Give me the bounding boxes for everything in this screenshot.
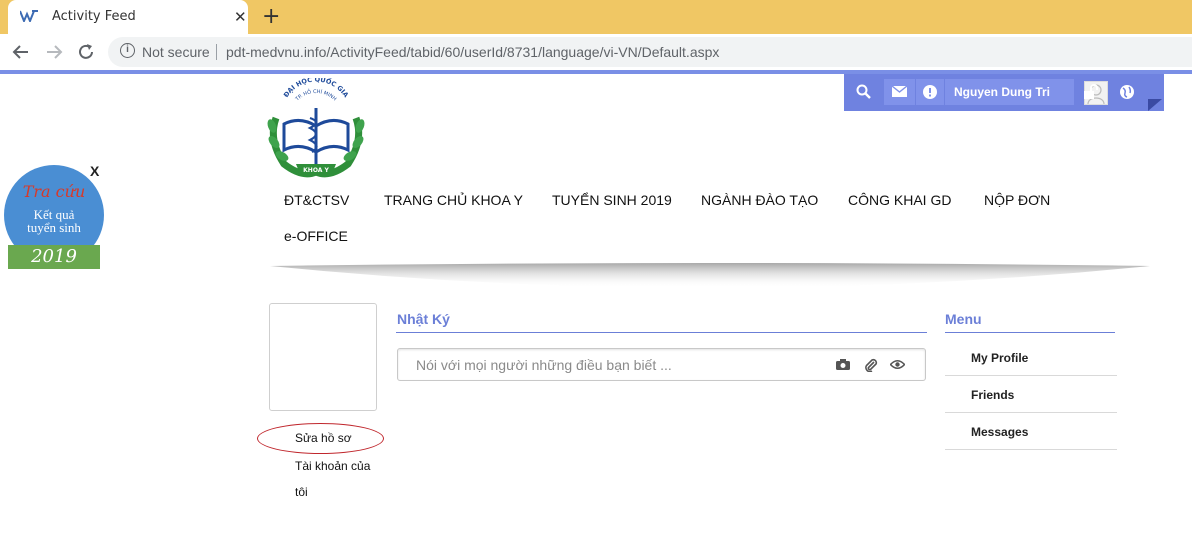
user-menu-divider <box>915 79 916 105</box>
logo-emblem: ĐẠI HỌC QUỐC GIA TP. HỒ CHÍ MINH KHOA Y <box>267 75 365 178</box>
nav-item-trang-chu[interactable]: TRANG CHỦ KHOA Y <box>384 192 523 208</box>
info-icon[interactable]: i <box>120 43 135 58</box>
mail-icon[interactable] <box>892 86 907 97</box>
browser-toolbar: i Not secure pdt-medvnu.info/ActivityFee… <box>0 34 1192 70</box>
menu-item-friends[interactable]: Friends <box>945 376 1117 413</box>
svg-text:ĐẠI HỌC QUỐC GIA: ĐẠI HỌC QUỐC GIA <box>282 78 350 99</box>
tab-close-icon[interactable]: ✕ <box>234 8 247 26</box>
new-tab-button[interactable]: + <box>262 4 280 29</box>
visibility-icon[interactable] <box>890 359 905 370</box>
omnibox-divider <box>216 44 217 60</box>
reload-icon[interactable] <box>77 43 95 61</box>
nav-item-cong-khai[interactable]: CÔNG KHAI GD <box>848 192 951 208</box>
badge-line-3: tuyển sinh <box>27 220 81 235</box>
feed-title: Nhật Ký <box>397 311 450 327</box>
address-bar[interactable]: i Not secure pdt-medvnu.info/ActivityFee… <box>108 37 1192 67</box>
attachment-icon[interactable] <box>864 358 878 372</box>
badge-close-button[interactable]: X <box>90 163 99 179</box>
badge-title: Tra cứu <box>22 182 86 201</box>
logo-arc-text: ĐẠI HỌC QUỐC GIA <box>282 75 350 99</box>
menu-item-my-profile[interactable]: My Profile <box>945 339 1117 376</box>
logo-ribbon-text: KHOA Y <box>303 167 329 174</box>
alert-icon[interactable] <box>923 85 937 99</box>
nav-item-tuyen-sinh[interactable]: TUYỂN SINH 2019 <box>552 192 672 208</box>
user-menu-divider <box>944 79 945 105</box>
lock-icon[interactable] <box>1083 84 1099 100</box>
security-label: Not secure <box>142 44 210 60</box>
status-input-placeholder: Nói với mọi người những điều bạn biết ..… <box>416 357 672 373</box>
my-account-link-continued[interactable]: tôi <box>295 485 308 499</box>
faculty-logo[interactable]: ĐẠI HỌC QUỐC GIA TP. HỒ CHÍ MINH KHOA Y <box>262 75 370 178</box>
menu-title: Menu <box>945 311 982 327</box>
badge-subtitle: Kết quả tuyển sinh <box>4 208 104 234</box>
browser-tab[interactable]: Activity Feed ✕ <box>8 0 248 34</box>
menu-item-label: Messages <box>971 425 1029 439</box>
back-arrow-icon[interactable] <box>12 43 30 61</box>
camera-icon[interactable] <box>836 358 850 371</box>
menu-item-messages[interactable]: Messages <box>945 413 1117 450</box>
svg-text:TP. HỒ CHÍ MINH: TP. HỒ CHÍ MINH <box>294 87 338 103</box>
user-name[interactable]: Nguyen Dung Tri <box>954 85 1050 99</box>
browser-tab-strip: Activity Feed ✕ + <box>0 0 1192 34</box>
tab-title: Activity Feed <box>52 9 136 24</box>
profile-photo[interactable] <box>269 303 377 411</box>
menu-item-label: Friends <box>971 388 1015 402</box>
nav-item-e-office[interactable]: e-OFFICE <box>284 228 348 244</box>
nav-shadow-divider <box>270 263 1150 288</box>
feed-divider <box>396 332 927 333</box>
globe-icon[interactable] <box>1119 84 1135 100</box>
search-icon[interactable] <box>856 84 872 100</box>
user-toolbar-fold <box>1148 99 1162 111</box>
site-favicon-icon <box>20 10 38 22</box>
user-toolbar: Nguyen Dung Tri <box>844 74 1164 111</box>
menu-item-label: My Profile <box>971 351 1029 365</box>
status-input[interactable]: Nói với mọi người những điều bạn biết ..… <box>397 348 926 381</box>
my-account-link[interactable]: Tài khoản của <box>295 459 370 473</box>
forward-arrow-icon[interactable] <box>45 43 63 61</box>
edit-profile-link[interactable]: Sửa hồ sơ <box>295 431 352 445</box>
nav-item-dtctsv[interactable]: ĐT&CTSV <box>284 192 349 208</box>
user-menu: Nguyen Dung Tri <box>884 79 1108 105</box>
nav-item-nganh-dao-tao[interactable]: NGÀNH ĐÀO TẠO <box>701 192 818 208</box>
url-text[interactable]: pdt-medvnu.info/ActivityFeed/tabid/60/us… <box>226 44 719 60</box>
menu-divider <box>945 332 1115 333</box>
logo-arc-text-2: TP. HỒ CHÍ MINH <box>294 87 338 103</box>
badge-year[interactable]: 2019 <box>8 245 100 269</box>
nav-item-nop-don[interactable]: NỘP ĐƠN <box>984 192 1050 208</box>
